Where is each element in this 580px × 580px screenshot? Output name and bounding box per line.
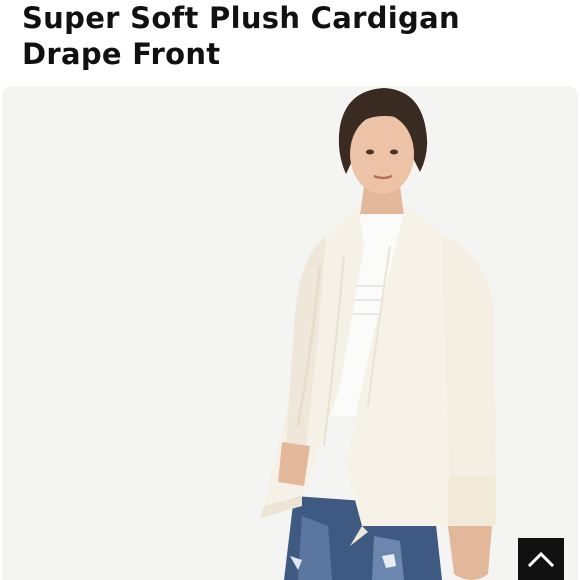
- scroll-to-top-button[interactable]: [518, 538, 564, 580]
- model-wearing-cardigan-illustration: [2, 86, 578, 580]
- product-page: Super Soft Plush Cardigan Drape Front: [0, 0, 580, 580]
- product-photo[interactable]: [2, 86, 578, 580]
- product-title: Super Soft Plush Cardigan Drape Front: [22, 1, 460, 71]
- chevron-up-icon: [528, 551, 554, 568]
